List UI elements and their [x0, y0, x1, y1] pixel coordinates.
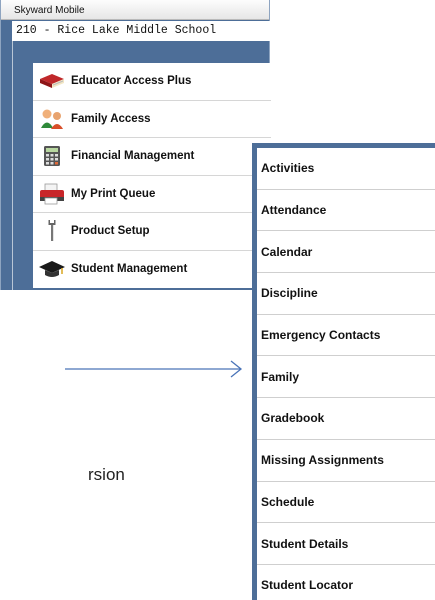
menu-item-my-print-queue[interactable]: My Print Queue — [33, 176, 271, 213]
menu-item-family-access[interactable]: Family Access — [33, 101, 271, 138]
menu-item-label: Financial Management — [71, 150, 195, 163]
skyward-mobile-window: Skyward Mobile 210 - Rice Lake Middle Sc… — [0, 0, 271, 290]
submenu-item-calendar[interactable]: Calendar — [257, 231, 435, 274]
school-selector[interactable]: 210 - Rice Lake Middle School — [12, 21, 270, 41]
graduation-cap-icon — [37, 258, 67, 280]
student-submenu-panel: Activities Attendance Calendar Disciplin… — [252, 143, 435, 600]
submenu-item-discipline[interactable]: Discipline — [257, 273, 435, 315]
menu-item-financial-management[interactable]: Financial Management — [33, 138, 271, 176]
submenu-item-activities[interactable]: Activities — [257, 148, 435, 190]
printer-icon — [37, 183, 67, 205]
menu-item-label: My Print Queue — [71, 187, 156, 200]
partial-body-text: rsion — [88, 465, 125, 484]
arrow-right-icon — [65, 360, 243, 378]
submenu-item-attendance[interactable]: Attendance — [257, 190, 435, 232]
window-divider — [12, 41, 13, 290]
menu-item-label: Student Management — [71, 263, 188, 276]
wrench-icon — [37, 220, 67, 242]
submenu-item-student-details[interactable]: Student Details — [257, 523, 435, 565]
submenu-item-schedule[interactable]: Schedule — [257, 482, 435, 524]
menu-item-student-management[interactable]: Student Management — [33, 251, 271, 289]
calculator-icon — [37, 145, 67, 167]
menu-item-label: Product Setup — [71, 225, 150, 238]
menu-item-label: Educator Access Plus — [71, 75, 192, 88]
family-icon — [37, 108, 67, 130]
submenu-item-gradebook[interactable]: Gradebook — [257, 398, 435, 440]
submenu-item-family[interactable]: Family — [257, 356, 435, 399]
submenu-item-student-locator[interactable]: Student Locator — [257, 565, 435, 600]
window-title: Skyward Mobile — [1, 0, 269, 20]
menu-item-educator-access-plus[interactable]: Educator Access Plus — [33, 63, 271, 101]
submenu-item-missing-assignments[interactable]: Missing Assignments — [257, 440, 435, 482]
book-icon — [37, 70, 67, 92]
main-menu: Educator Access Plus Family Access Finan… — [33, 63, 271, 288]
menu-item-label: Family Access — [71, 112, 151, 125]
menu-item-product-setup[interactable]: Product Setup — [33, 213, 271, 251]
submenu-item-emergency-contacts[interactable]: Emergency Contacts — [257, 315, 435, 357]
